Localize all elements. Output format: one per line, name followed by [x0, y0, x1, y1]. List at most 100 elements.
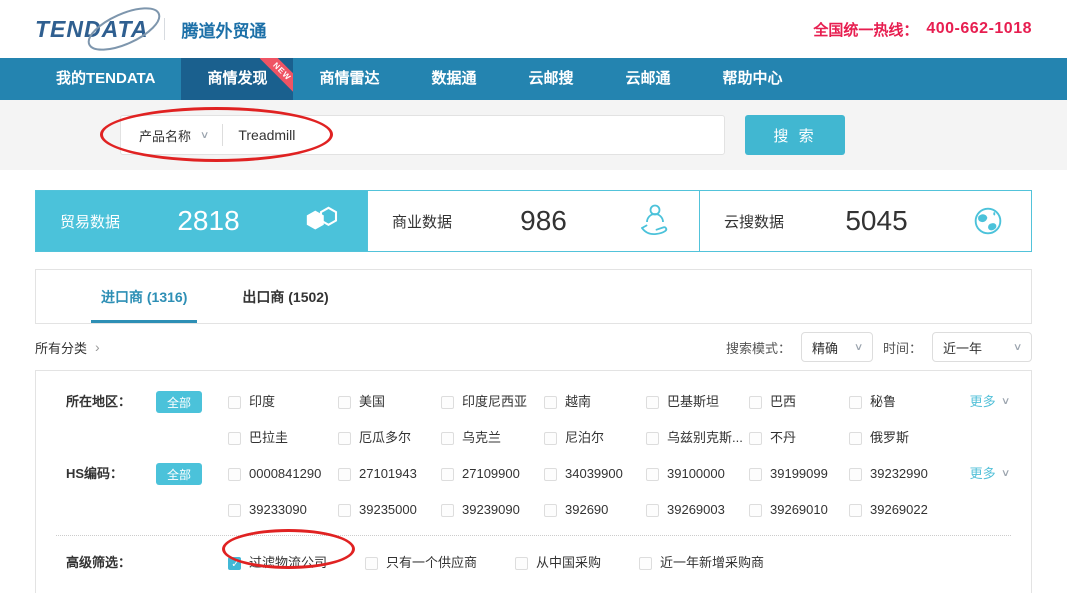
- checkbox[interactable]: [544, 504, 557, 517]
- checkbox[interactable]: [441, 396, 454, 409]
- search-input[interactable]: [223, 127, 724, 143]
- checkbox[interactable]: [749, 432, 762, 445]
- region-option[interactable]: 越南: [544, 391, 646, 413]
- hs-code-option[interactable]: 39100000: [646, 463, 749, 485]
- region-option-label: 俄罗斯: [870, 427, 909, 449]
- search-category-dropdown[interactable]: 产品名称: [121, 116, 222, 154]
- advanced-option-buy-from-china[interactable]: 从中国采购: [515, 552, 601, 574]
- region-all-button[interactable]: 全部: [156, 391, 202, 413]
- checkbox[interactable]: [441, 504, 454, 517]
- region-option-label: 巴西: [770, 391, 796, 413]
- stat-label: 云搜数据: [724, 211, 784, 232]
- region-option[interactable]: 尼泊尔: [544, 427, 646, 449]
- checkbox[interactable]: [365, 557, 378, 570]
- checkbox[interactable]: [515, 557, 528, 570]
- hs-code-option-label: 392690: [565, 499, 608, 521]
- all-categories-link[interactable]: 所有分类: [35, 338, 100, 357]
- checkbox[interactable]: [338, 504, 351, 517]
- region-option[interactable]: 印度尼西亚: [441, 391, 544, 413]
- checkbox[interactable]: [646, 468, 659, 481]
- checkbox[interactable]: [338, 396, 351, 409]
- region-option[interactable]: 不丹: [749, 427, 849, 449]
- checkbox[interactable]: [849, 396, 862, 409]
- checkbox[interactable]: [749, 504, 762, 517]
- hs-code-option[interactable]: 39239090: [441, 499, 544, 521]
- checkbox[interactable]: [228, 504, 241, 517]
- checkbox[interactable]: [749, 468, 762, 481]
- nav-item-datatong[interactable]: 数据通: [405, 58, 502, 100]
- hs-code-option[interactable]: 39233090: [228, 499, 338, 521]
- checkbox[interactable]: [228, 468, 241, 481]
- checkbox[interactable]: [544, 396, 557, 409]
- nav-item-cloudmail-search[interactable]: 云邮搜: [502, 58, 599, 100]
- stat-trade-data[interactable]: 贸易数据 2818: [36, 191, 367, 251]
- nav-item-radar[interactable]: 商情雷达: [293, 58, 405, 100]
- region-option-label: 印度: [249, 391, 275, 413]
- checkbox[interactable]: [338, 432, 351, 445]
- stat-value: 986: [452, 205, 635, 237]
- region-option-label: 乌兹别克斯...: [667, 427, 743, 449]
- time-select[interactable]: 近一年: [932, 332, 1032, 362]
- hs-code-option[interactable]: 39232990: [849, 463, 962, 485]
- hs-code-all-button[interactable]: 全部: [156, 463, 202, 485]
- checkbox[interactable]: [544, 432, 557, 445]
- tendata-logo[interactable]: TENDATA: [35, 16, 148, 43]
- checkbox[interactable]: [441, 468, 454, 481]
- checkbox[interactable]: [646, 432, 659, 445]
- hs-code-option[interactable]: 0000841290: [228, 463, 338, 485]
- region-option-label: 厄瓜多尔: [359, 427, 411, 449]
- hs-code-more-link[interactable]: 更多: [970, 463, 1009, 485]
- nav-item-discovery[interactable]: 商情发现 NEW: [181, 58, 293, 100]
- checkbox[interactable]: [441, 432, 454, 445]
- checkbox[interactable]: [228, 396, 241, 409]
- checkbox[interactable]: [646, 396, 659, 409]
- search-button[interactable]: 搜 索: [745, 115, 845, 155]
- region-option[interactable]: 乌兹别克斯...: [646, 427, 749, 449]
- checkbox[interactable]: [228, 432, 241, 445]
- hs-code-option[interactable]: 34039900: [544, 463, 646, 485]
- region-option[interactable]: 乌克兰: [441, 427, 544, 449]
- checkbox-checked[interactable]: [228, 557, 241, 570]
- hs-code-option[interactable]: 39199099: [749, 463, 849, 485]
- hs-code-option[interactable]: 39269003: [646, 499, 749, 521]
- checkbox[interactable]: [849, 432, 862, 445]
- region-option[interactable]: 俄罗斯: [849, 427, 962, 449]
- tab-exporters[interactable]: 出口商 (1502): [242, 270, 328, 323]
- stat-value: 5045: [784, 205, 969, 237]
- checkbox[interactable]: [749, 396, 762, 409]
- advanced-option-filter-logistics[interactable]: 过滤物流公司: [228, 552, 327, 574]
- nav-item-my-tendata[interactable]: 我的TENDATA: [30, 58, 181, 100]
- region-more-link[interactable]: 更多: [970, 391, 1009, 413]
- hs-code-option[interactable]: 39269010: [749, 499, 849, 521]
- region-option[interactable]: 秘鲁: [849, 391, 962, 413]
- nav-item-help-center[interactable]: 帮助中心: [697, 58, 809, 100]
- stat-cloud-search-data[interactable]: 云搜数据 5045: [699, 191, 1031, 251]
- hs-code-option[interactable]: 39235000: [338, 499, 441, 521]
- region-option[interactable]: 印度: [228, 391, 338, 413]
- checkbox[interactable]: [849, 468, 862, 481]
- advanced-option-new-buyers[interactable]: 近一年新增采购商: [639, 552, 764, 574]
- region-option[interactable]: 厄瓜多尔: [338, 427, 441, 449]
- nav-item-cloudmail[interactable]: 云邮通: [600, 58, 697, 100]
- hs-code-option-label: 34039900: [565, 463, 623, 485]
- hs-code-option[interactable]: 27101943: [338, 463, 441, 485]
- checkbox[interactable]: [639, 557, 652, 570]
- checkbox[interactable]: [544, 468, 557, 481]
- checkbox[interactable]: [849, 504, 862, 517]
- hs-code-option[interactable]: 39269022: [849, 499, 962, 521]
- region-option[interactable]: 巴西: [749, 391, 849, 413]
- chevron-down-icon: [1001, 463, 1011, 485]
- checkbox[interactable]: [646, 504, 659, 517]
- stat-business-data[interactable]: 商业数据 986: [367, 191, 699, 251]
- region-option-label: 美国: [359, 391, 385, 413]
- checkbox[interactable]: [338, 468, 351, 481]
- region-option[interactable]: 巴拉圭: [228, 427, 338, 449]
- hs-code-option-label: 39235000: [359, 499, 417, 521]
- region-option[interactable]: 巴基斯坦: [646, 391, 749, 413]
- tab-importers[interactable]: 进口商 (1316): [101, 270, 187, 323]
- hs-code-option[interactable]: 392690: [544, 499, 646, 521]
- region-option[interactable]: 美国: [338, 391, 441, 413]
- advanced-option-single-supplier[interactable]: 只有一个供应商: [365, 552, 477, 574]
- hs-code-option[interactable]: 27109900: [441, 463, 544, 485]
- search-mode-select[interactable]: 精确: [801, 332, 873, 362]
